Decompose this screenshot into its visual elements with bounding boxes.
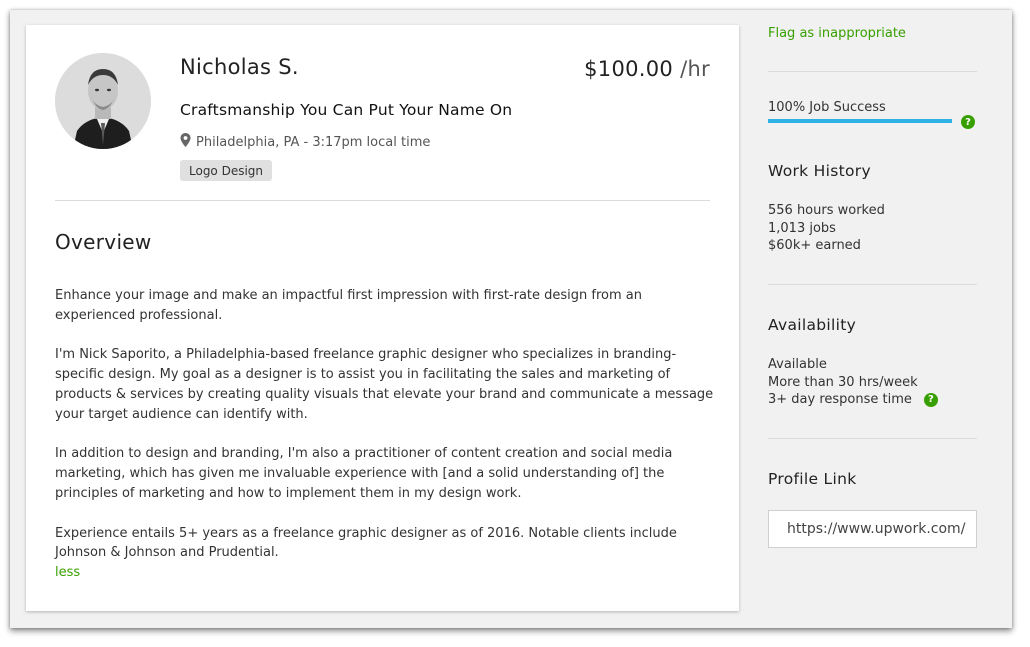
map-pin-icon <box>180 133 191 151</box>
job-success-bar-fill <box>768 119 952 123</box>
rate-amount: $100.00 <box>584 57 674 81</box>
profile-name: Nicholas S. <box>180 55 299 79</box>
work-history-hours: 556 hours worked <box>768 203 885 218</box>
question-circle-icon[interactable]: ? <box>961 115 975 129</box>
profile-avatar <box>55 53 151 149</box>
availability-status: Available <box>768 357 827 372</box>
show-less-link[interactable]: less <box>55 563 715 583</box>
overview-paragraph: Enhance your image and make an impactful… <box>55 288 643 323</box>
location-text: Philadelphia, PA - 3:17pm local time <box>196 134 431 150</box>
overview-description: Enhance your image and make an impactful… <box>55 286 715 583</box>
availability-details: Available More than 30 hrs/week 3+ day r… <box>768 356 938 409</box>
profile-location: Philadelphia, PA - 3:17pm local time <box>180 133 430 151</box>
profile-title: Craftsmanship You Can Put Your Name On <box>180 101 513 119</box>
sidebar-divider <box>768 284 977 285</box>
overview-paragraph: In addition to design and branding, I'm … <box>55 446 673 501</box>
work-history-earned: $60k+ earned <box>768 238 861 253</box>
flag-as-inappropriate-link[interactable]: Flag as inappropriate <box>768 26 906 41</box>
work-history-heading: Work History <box>768 162 871 180</box>
profile-link-field[interactable] <box>768 510 977 548</box>
overview-heading: Overview <box>55 230 152 254</box>
sidebar-divider <box>768 71 977 72</box>
job-success-bar <box>768 119 952 123</box>
header-divider <box>55 200 710 201</box>
availability-response-text: 3+ day response time <box>768 392 912 407</box>
work-history-details: 556 hours worked 1,013 jobs $60k+ earned <box>768 202 885 255</box>
skill-badge-logo-design[interactable]: Logo Design <box>180 160 273 181</box>
availability-hours: More than 30 hrs/week <box>768 374 918 390</box>
job-success-label: 100% Job Success <box>768 100 886 115</box>
overview-paragraph: Experience entails 5+ years as a freelan… <box>55 525 677 561</box>
rate-unit: /hr <box>673 57 710 81</box>
availability-response: 3+ day response time ? <box>768 391 938 409</box>
profile-link-heading: Profile Link <box>768 470 857 488</box>
overview-paragraph: I'm Nick Saporito, a Philadelphia-based … <box>55 347 714 422</box>
question-circle-icon[interactable]: ? <box>923 392 938 407</box>
work-history-jobs: 1,013 jobs <box>768 220 836 236</box>
sidebar-divider <box>768 438 977 439</box>
availability-heading: Availability <box>768 316 857 334</box>
hourly-rate: $100.00 /hr <box>584 57 710 81</box>
